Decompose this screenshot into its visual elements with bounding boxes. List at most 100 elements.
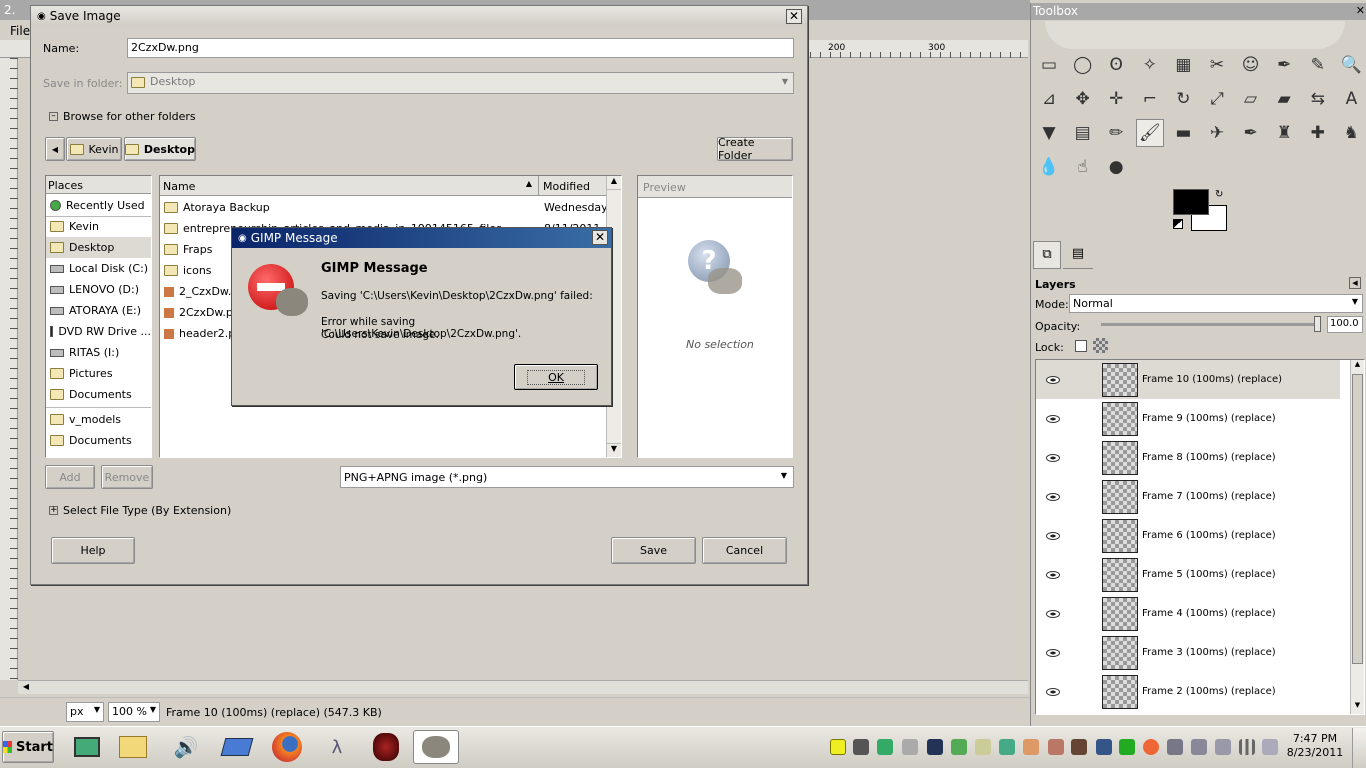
layers-vertical-scrollbar[interactable]: ▲ ▼	[1350, 360, 1364, 714]
tray-icon-2[interactable]	[853, 739, 869, 755]
move-icon[interactable]: ✥	[1069, 85, 1097, 113]
show-desktop-button[interactable]	[1352, 728, 1366, 768]
rect-select-icon[interactable]: ▭	[1035, 51, 1063, 79]
taskbar-firefox[interactable]	[264, 730, 310, 764]
place-item[interactable]: ATORAYA (E:)	[46, 300, 151, 321]
lasso-icon[interactable]: ʘ	[1102, 51, 1130, 79]
unit-select[interactable]: px ▼	[66, 702, 104, 722]
scroll-left-icon[interactable]: ◀	[20, 682, 32, 693]
tray-icon-15[interactable]	[1167, 739, 1183, 755]
path-back-button[interactable]: ◀	[45, 137, 65, 161]
scroll-down-icon[interactable]: ▼	[607, 443, 621, 457]
ellipse-select-icon[interactable]: ◯	[1069, 51, 1097, 79]
eye-icon[interactable]	[1046, 687, 1060, 696]
place-item[interactable]: Documents	[46, 384, 151, 405]
close-icon[interactable]: ✕	[592, 230, 608, 245]
start-button[interactable]: Start	[2, 731, 54, 763]
reset-colors-icon[interactable]	[1173, 219, 1183, 229]
tray-volume-icon[interactable]	[975, 739, 991, 755]
layer-row[interactable]: Frame 10 (100ms) (replace)	[1036, 360, 1340, 399]
clone-icon[interactable]: ♜	[1270, 119, 1298, 147]
taskbar-app-blue[interactable]	[214, 730, 260, 764]
layer-row[interactable]: Frame 2 (100ms) (replace)	[1036, 672, 1340, 711]
gradient-icon[interactable]: ▤	[1069, 119, 1097, 147]
place-item[interactable]: DVD RW Drive ...	[46, 321, 151, 342]
taskbar-explorer[interactable]	[110, 730, 156, 764]
zoom-icon[interactable]: 🔍	[1337, 51, 1365, 79]
eye-icon[interactable]	[1046, 648, 1060, 657]
scroll-up-icon[interactable]: ▲	[607, 176, 621, 190]
dock-tab-layers[interactable]: ⧉	[1033, 241, 1061, 269]
bucket-fill-icon[interactable]: ▼	[1035, 119, 1063, 147]
create-folder-button[interactable]: Create Folder	[717, 136, 793, 162]
text-icon[interactable]: A	[1337, 85, 1365, 113]
lock-pixels-checkbox[interactable]	[1075, 340, 1087, 352]
tray-icon-13[interactable]	[1119, 739, 1135, 755]
tray-icon-5[interactable]	[927, 739, 943, 755]
place-item[interactable]: Kevin	[46, 216, 151, 237]
perspective-icon[interactable]: ▰	[1270, 85, 1298, 113]
place-item[interactable]: Desktop	[46, 237, 151, 258]
folder-select[interactable]: Desktop ▼	[127, 72, 794, 94]
scrollbar-thumb[interactable]	[1352, 374, 1363, 664]
place-item[interactable]: v_models	[46, 409, 151, 430]
rotate-icon[interactable]: ↻	[1169, 85, 1197, 113]
path-button-kevin[interactable]: Kevin	[66, 137, 122, 161]
layer-row[interactable]: Frame 6 (100ms) (replace)	[1036, 516, 1340, 555]
scissors-icon[interactable]: ✂	[1203, 51, 1231, 79]
tray-icon-8[interactable]	[999, 739, 1015, 755]
path-button-desktop[interactable]: Desktop	[124, 137, 196, 161]
scroll-down-icon[interactable]: ▼	[1351, 701, 1364, 714]
layer-row[interactable]: Frame 4 (100ms) (replace)	[1036, 594, 1340, 633]
swap-colors-icon[interactable]: ↻	[1215, 189, 1223, 200]
name-column-header[interactable]: Name ▲	[160, 176, 539, 196]
color-select-icon[interactable]: ▦	[1169, 51, 1197, 79]
tray-icon-4[interactable]	[902, 739, 918, 755]
shear-icon[interactable]: ▱	[1237, 85, 1265, 113]
file-type-select[interactable]: PNG+APNG image (*.png) ▼	[340, 466, 794, 488]
smudge-icon[interactable]: ☝	[1069, 153, 1097, 181]
dock-tab-channels[interactable]: ▤	[1063, 241, 1093, 269]
cancel-button[interactable]: Cancel	[702, 537, 787, 564]
ink-icon[interactable]: ✒	[1237, 119, 1265, 147]
place-item[interactable]: Documents	[46, 430, 151, 451]
heal-icon[interactable]: ✚	[1304, 119, 1332, 147]
layer-row[interactable]: Frame 9 (100ms) (replace)	[1036, 399, 1340, 438]
pencil-icon[interactable]: ✏	[1102, 119, 1130, 147]
tray-icon-14[interactable]	[1143, 739, 1159, 755]
tray-icon-3[interactable]	[877, 739, 893, 755]
layer-row[interactable]: Frame 5 (100ms) (replace)	[1036, 555, 1340, 594]
ok-button[interactable]: OK	[514, 364, 598, 390]
tray-icon-11[interactable]	[1071, 739, 1087, 755]
modified-column-header[interactable]: Modified	[540, 176, 604, 196]
scale-icon[interactable]: ⤢	[1203, 85, 1231, 113]
menu-file[interactable]: File	[10, 24, 30, 38]
tray-icon-9[interactable]	[1023, 739, 1039, 755]
place-item[interactable]: Recently Used	[46, 195, 151, 216]
opacity-slider-handle[interactable]	[1314, 316, 1321, 332]
tray-network-icon[interactable]	[1239, 739, 1255, 755]
blur-icon[interactable]: 💧	[1035, 153, 1063, 181]
clock[interactable]: 7:47 PM 8/23/2011	[1285, 732, 1345, 762]
foreground-color-swatch[interactable]	[1173, 189, 1209, 215]
tray-icon-17[interactable]	[1215, 739, 1231, 755]
eraser-icon[interactable]: ▬	[1169, 119, 1197, 147]
align-icon[interactable]: ✛	[1102, 85, 1130, 113]
tray-flag-icon[interactable]	[1191, 739, 1207, 755]
tray-icon-12[interactable]	[1096, 739, 1112, 755]
paintbrush-icon[interactable]: 🖌	[1135, 119, 1164, 147]
browse-expander[interactable]: – Browse for other folders	[49, 110, 196, 123]
eye-icon[interactable]	[1046, 453, 1060, 462]
zoom-select[interactable]: 100 % ▼	[108, 702, 160, 722]
taskbar-volume-app[interactable]: 🔊	[163, 730, 209, 764]
place-item[interactable]: Local Disk (C:)	[46, 258, 151, 279]
close-icon[interactable]: ✕	[1356, 4, 1365, 17]
airbrush-icon[interactable]: ✈	[1203, 119, 1231, 147]
name-input[interactable]: 2CzxDw.png	[127, 38, 794, 58]
eye-icon[interactable]	[1046, 492, 1060, 501]
horizontal-scrollbar[interactable]: ◀	[18, 680, 1028, 694]
place-item[interactable]: RITAS (I:)	[46, 342, 151, 363]
eye-icon[interactable]	[1046, 570, 1060, 579]
taskbar-lambda-app[interactable]: λ	[314, 730, 360, 764]
layer-row[interactable]: Frame 3 (100ms) (replace)	[1036, 633, 1340, 672]
